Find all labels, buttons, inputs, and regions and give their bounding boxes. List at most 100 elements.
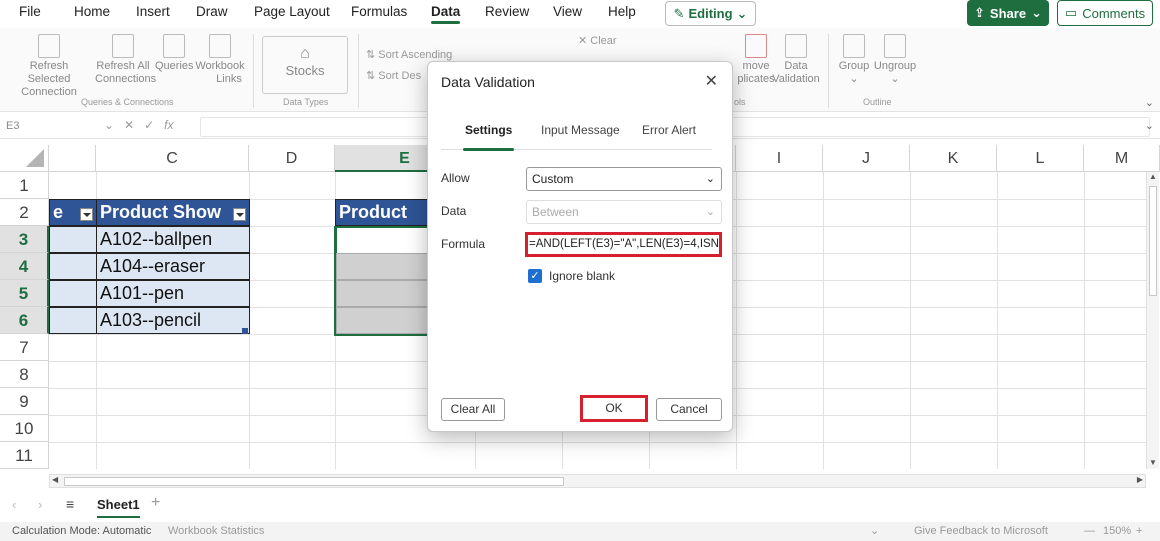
menu-formulas[interactable]: Formulas [351,4,407,19]
clear-all-button[interactable]: Clear All [441,398,505,421]
column-header-j[interactable]: J [823,145,910,172]
menu-help[interactable]: Help [608,4,636,19]
add-sheet-icon[interactable]: + [151,494,160,512]
selected-cell[interactable] [336,253,435,280]
editing-mode-button[interactable]: ✎ Editing ⌄ [665,1,756,26]
divider [253,34,254,108]
sort-ascending-button[interactable]: ⇅ Sort Ascending [366,48,452,61]
next-sheet-icon[interactable]: › [38,497,42,512]
column-header-d[interactable]: D [249,145,335,172]
scroll-right-icon[interactable]: ▶ [1137,475,1143,484]
column-header-l[interactable]: L [997,145,1084,172]
table-cell[interactable] [49,280,97,307]
zoom-out-icon[interactable]: — [1084,522,1095,541]
workbook-stats[interactable]: Workbook Statistics [168,522,264,541]
share-button[interactable]: ⇪ Share ⌄ [967,0,1049,26]
all-sheets-icon[interactable]: ≡ [66,496,74,512]
workbook-links-button[interactable]: Workbook Links [195,34,245,86]
row-header-10[interactable]: 10 [0,415,49,442]
column-header-c[interactable]: C [96,145,249,172]
ungroup-button[interactable]: Ungroup ⌄ [872,34,918,86]
table-cell[interactable]: A101--pen [96,280,250,307]
ribbon-collapse-icon[interactable]: ⌄ [1145,96,1154,109]
selected-cell[interactable] [336,307,435,334]
vertical-scrollbar[interactable]: ▲ ▼ [1146,172,1159,469]
filter-dropdown-icon[interactable] [80,208,93,221]
row-header-1[interactable]: 1 [0,172,49,199]
menu-home[interactable]: Home [74,4,110,19]
row-header-8[interactable]: 8 [0,361,49,388]
table-cell[interactable] [49,307,97,334]
column-header-m[interactable]: M [1084,145,1160,172]
vertical-scroll-thumb[interactable] [1149,186,1157,296]
row-header-2[interactable]: 2 [0,199,49,226]
menu-view[interactable]: View [553,4,582,19]
table-header-cell[interactable]: Product Show [96,199,250,226]
sort-descending-button[interactable]: ⇅ Sort Des [366,69,421,82]
row-header-9[interactable]: 9 [0,388,49,415]
expand-formula-icon[interactable]: ⌄ [1145,119,1154,132]
sheet-tab-sheet1[interactable]: Sheet1 [97,497,140,518]
bank-icon: ⌂ [300,45,310,62]
cancel-button[interactable]: Cancel [656,398,722,421]
name-box[interactable]: E3 [6,120,19,132]
scroll-down-icon[interactable]: ▼ [1149,458,1157,467]
clear-filter-button[interactable]: ✕ Clear [578,34,617,47]
stocks-button[interactable]: ⌂ Stocks [262,36,348,94]
queries-button[interactable]: Queries [155,34,194,73]
row-header-4[interactable]: 4 [0,253,49,280]
row-header-6[interactable]: 6 [0,307,49,334]
tab-input-message[interactable]: Input Message [541,123,620,137]
row-header-3[interactable]: 3 [0,226,49,253]
active-cell-e3[interactable] [335,226,435,253]
scroll-left-icon[interactable]: ◀ [52,475,58,484]
filter-dropdown-icon[interactable] [233,208,246,221]
sort-ascending-label: Sort Ascending [378,49,453,61]
scroll-up-icon[interactable]: ▲ [1147,172,1159,181]
table-cell[interactable] [49,226,97,253]
formula-field[interactable]: =AND(LEFT(E3)="A",LEN(E3)=4,ISNUMB [525,232,722,257]
group-button[interactable]: Group ⌄ [836,34,872,86]
zoom-level[interactable]: 150% [1103,522,1131,541]
row-header-11[interactable]: 11 [0,442,49,469]
ignore-blank-checkbox[interactable]: ✓ [528,269,542,283]
data-validation-button[interactable]: Data Validation [770,34,822,86]
refresh-all-button[interactable]: Refresh All Connections [95,34,156,86]
row-header-7[interactable]: 7 [0,334,49,361]
close-icon[interactable]: ✕ [705,71,718,91]
menu-page-layout[interactable]: Page Layout [254,4,330,19]
tab-error-alert[interactable]: Error Alert [642,123,696,137]
table-cell[interactable] [49,253,97,280]
column-header-b[interactable] [49,145,96,172]
allow-select[interactable]: Custom ⌄ [526,167,722,191]
table-header-cell[interactable]: e [49,199,97,226]
menu-insert[interactable]: Insert [136,4,170,19]
comments-button[interactable]: ▭ Comments [1057,0,1153,26]
tab-settings[interactable]: Settings [462,123,515,151]
table-cell[interactable]: A102--ballpen [96,226,250,253]
table-resize-handle[interactable] [242,328,248,334]
horizontal-scroll-thumb[interactable] [64,477,564,486]
table-cell[interactable]: A103--pencil [96,307,250,334]
column-header-k[interactable]: K [910,145,997,172]
select-all-corner[interactable] [0,145,49,172]
row-header-5[interactable]: 5 [0,280,49,307]
e-header-cell[interactable]: Product [335,199,435,226]
feedback-link[interactable]: Give Feedback to Microsoft [914,522,1048,541]
menu-review[interactable]: Review [485,4,529,19]
zoom-in-icon[interactable]: + [1136,522,1142,541]
chevron-down-icon[interactable]: ⌄ [870,522,879,541]
remove-duplicates-label: move [742,60,770,72]
ok-button[interactable]: OK [583,398,645,421]
refresh-selected-button[interactable]: Refresh Selected Connection [8,34,90,99]
table-cell[interactable]: A104--eraser [96,253,250,280]
fx-icon[interactable]: fx [164,118,173,132]
selected-cell[interactable] [336,280,435,307]
menu-data[interactable]: Data [431,4,461,24]
menu-file[interactable]: File [19,4,41,19]
data-label: Data [441,204,467,218]
column-header-i[interactable]: I [736,145,823,172]
prev-sheet-icon[interactable]: ‹ [12,497,16,512]
horizontal-scrollbar[interactable]: ◀ ▶ [49,474,1146,488]
menu-draw[interactable]: Draw [196,4,228,19]
